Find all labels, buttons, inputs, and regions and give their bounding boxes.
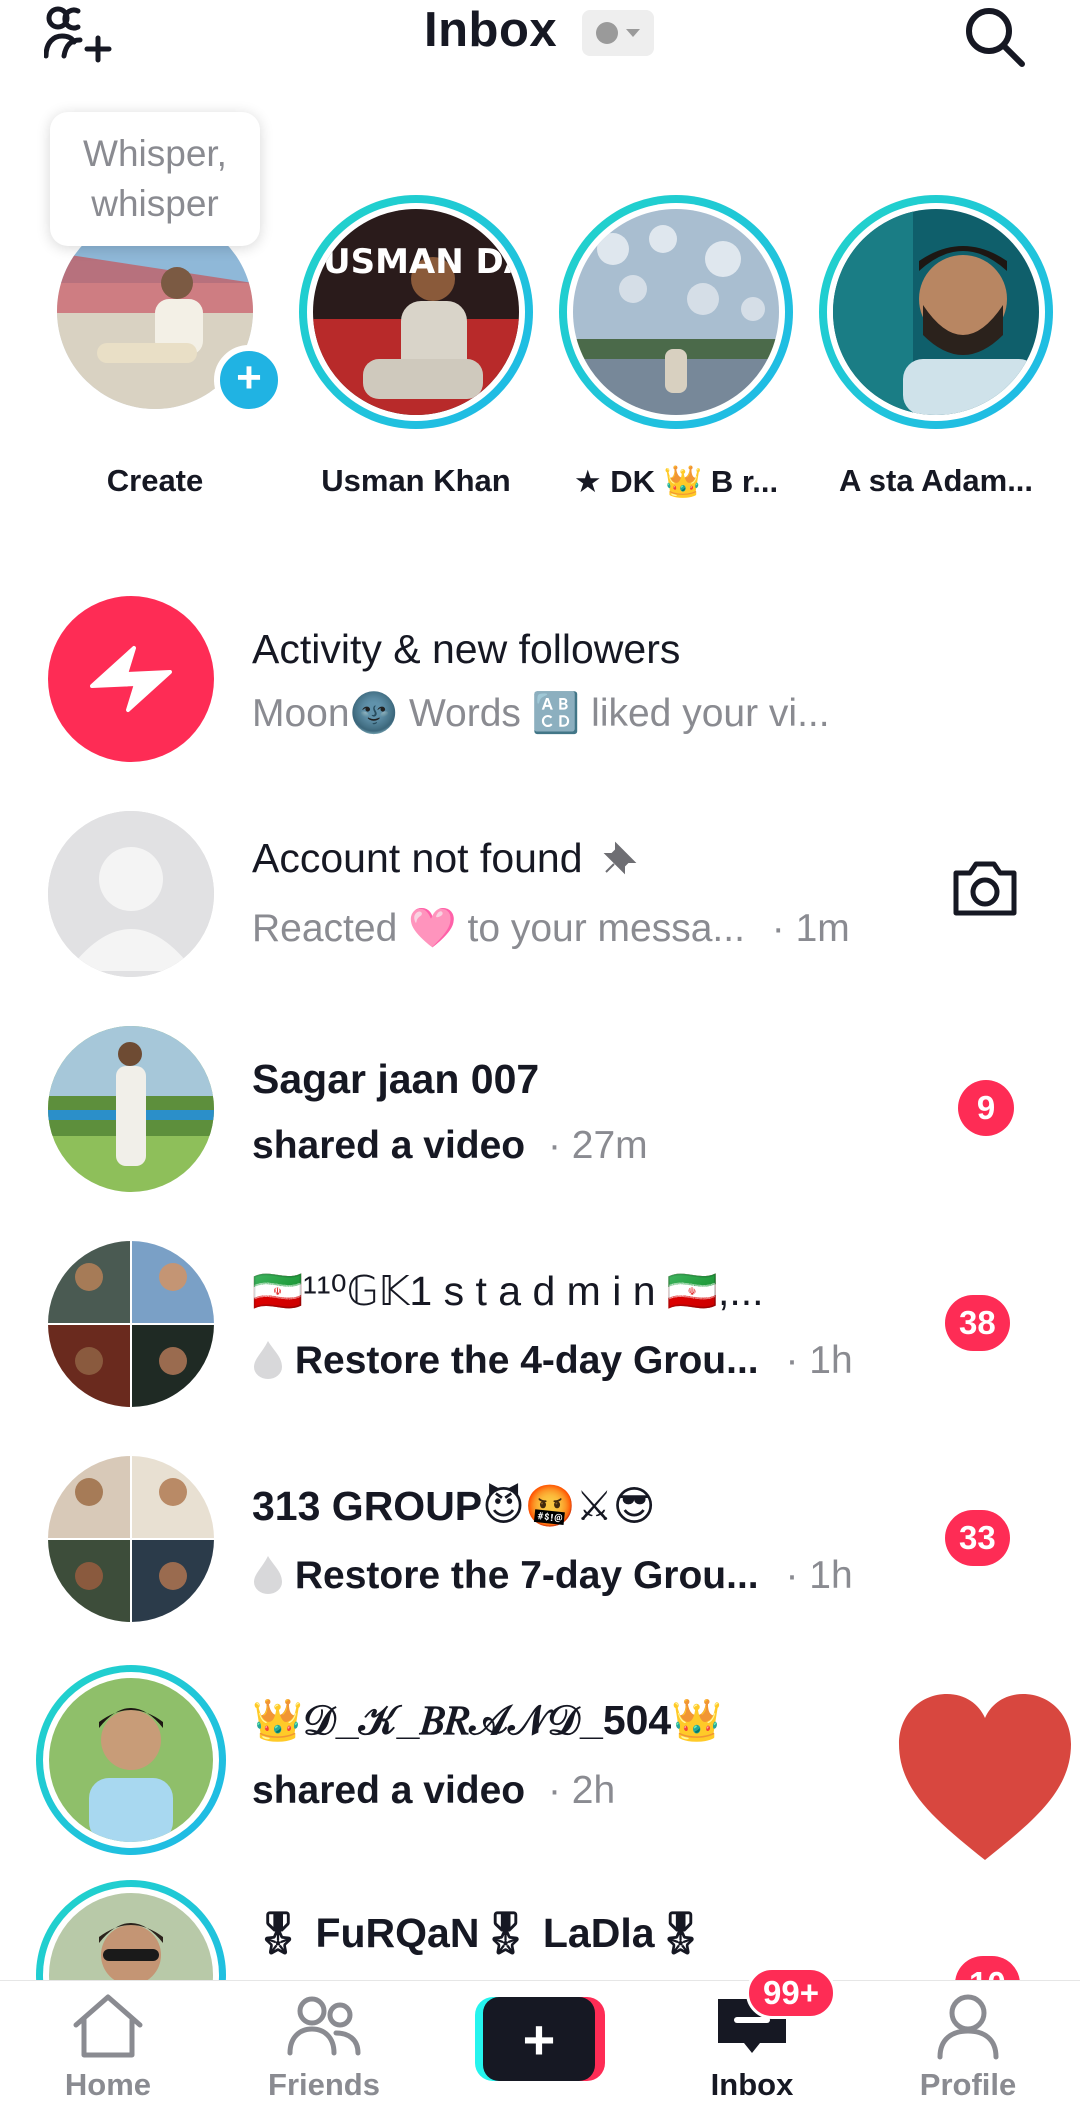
conversation-title: Account not found xyxy=(252,835,583,881)
nav-label: Profile xyxy=(919,2067,1017,2102)
conversation-preview-wrap: Reacted 🩷 to your messa... · 1m xyxy=(252,905,850,951)
group-avatar xyxy=(48,1241,214,1407)
conversation-time: · 2h xyxy=(547,1769,616,1812)
nav-home[interactable]: Home xyxy=(28,1981,188,2120)
story-dk[interactable]: ★ DK 👑 B r... xyxy=(551,195,801,499)
conversation-preview-wrap: shared a video · 27m xyxy=(252,1124,648,1168)
friends-icon xyxy=(284,1991,364,2061)
create-post-button[interactable]: + xyxy=(475,1997,605,2081)
story-label: A sta Adam... xyxy=(838,463,1034,498)
nav-friends[interactable]: Friends xyxy=(244,1981,404,2120)
story-ring: USMAN DANGER 22 xyxy=(299,195,533,429)
story-a-sta-adam[interactable]: A sta Adam... xyxy=(811,195,1061,498)
group-avatar xyxy=(48,1456,214,1622)
story-overlay-text: USMAN DANGER 22 xyxy=(323,242,519,282)
conversation-preview: Restore the 7-day Grou... xyxy=(294,1554,759,1597)
list-item-furqan-ladla[interactable]: 🎖 FuRQaN🎖 LaDla🎖 10 xyxy=(0,1880,1080,1980)
list-item-313-group[interactable]: 313 GROUP😈🤬⚔😎 Restore the 7-day Grou... … xyxy=(0,1450,1080,1630)
profile-icon xyxy=(928,1991,1008,2061)
activity-icon xyxy=(48,596,214,762)
story-ring xyxy=(36,1880,226,1980)
story-ring xyxy=(559,195,793,429)
list-item-sagar-jaan[interactable]: Sagar jaan 007 shared a video · 27m 9 xyxy=(0,1020,1080,1200)
conversation-title: Activity & new followers xyxy=(252,626,681,672)
story-label: Usman Khan xyxy=(321,463,511,498)
chevron-down-icon xyxy=(626,29,640,37)
story-avatar: USMAN DANGER 22 xyxy=(313,209,519,415)
conversation-title: 313 GROUP😈🤬⚔😎 xyxy=(252,1483,656,1529)
conversation-time: · 1m xyxy=(771,907,850,950)
story-avatar xyxy=(833,209,1039,415)
conversation-time: · 1h xyxy=(785,1554,853,1597)
story-ring xyxy=(819,195,1053,429)
story-avatar xyxy=(573,209,779,415)
status-toggle[interactable] xyxy=(582,10,654,56)
unread-count-badge: 38 xyxy=(945,1295,1010,1351)
add-friends-icon[interactable] xyxy=(43,4,124,64)
conversation-title: 🎖 FuRQaN🎖 LaDla🎖 xyxy=(252,1910,707,1956)
conversation-preview: Reacted 🩷 to your messa... xyxy=(252,907,745,950)
inbox-header: Inbox xyxy=(0,0,1080,80)
conversation-title: Sagar jaan 007 xyxy=(252,1056,540,1102)
pin-icon xyxy=(603,841,637,875)
bottom-navigation: Home Friends + Inbox 99+ Profile xyxy=(0,1967,1080,2120)
story-label: ★ DK 👑 B r... xyxy=(573,464,779,499)
conversation-preview-wrap: shared a video · 2h xyxy=(252,1769,615,1813)
nav-label: Home xyxy=(64,2067,152,2102)
streak-flame-icon xyxy=(254,1556,282,1594)
list-item-account-not-found[interactable]: Account not found Reacted 🩷 to your mess… xyxy=(0,805,1080,985)
unread-count-badge: 9 xyxy=(958,1080,1014,1136)
offline-status-dot-icon xyxy=(596,22,618,44)
conversation-preview: shared a video xyxy=(252,1124,526,1167)
nav-label: Inbox xyxy=(710,2067,794,2102)
search-icon[interactable] xyxy=(962,4,1028,70)
conversation-preview: Restore the 4-day Grou... xyxy=(294,1339,759,1382)
conversation-avatar xyxy=(49,1893,213,1980)
list-item-activity[interactable]: Activity & new followers Moon🌚 Words 🔠 l… xyxy=(0,590,1080,770)
unread-count-badge: 33 xyxy=(945,1510,1010,1566)
home-icon xyxy=(68,1991,148,2061)
nav-label: Friends xyxy=(268,2067,380,2102)
conversation-avatar xyxy=(48,1026,214,1192)
story-ring xyxy=(36,1665,226,1855)
conversation-title: 👑𝒟_𝒦_𝐵𝑅𝒜𝒩𝒟_504👑 xyxy=(252,1697,723,1743)
conversation-avatar xyxy=(49,1678,213,1842)
camera-icon[interactable] xyxy=(950,857,1020,919)
unread-count-badge: 10 xyxy=(955,1956,1020,1980)
conversation-title-wrap: Account not found xyxy=(252,835,638,882)
inbox-unread-badge: 99+ xyxy=(746,1967,836,2019)
heart-reaction-icon xyxy=(895,1690,1075,1865)
page-title: Inbox xyxy=(424,3,558,57)
conversation-preview-wrap: Restore the 4-day Grou... · 1h xyxy=(252,1339,853,1383)
conversation-title: 🇮🇷¹¹⁰𝔾𝕂1 s t a d m i n 🇮🇷,... xyxy=(252,1268,764,1314)
story-label: Create xyxy=(106,463,204,498)
story-usman-khan[interactable]: USMAN DANGER 22 Usman Khan xyxy=(291,195,541,498)
conversation-preview: shared a video xyxy=(252,1769,526,1812)
conversation-preview: Moon🌚 Words 🔠 liked your vi... xyxy=(252,692,830,735)
conversation-time: · 27m xyxy=(547,1124,648,1167)
add-story-button[interactable]: + xyxy=(214,345,284,415)
plus-icon: + xyxy=(483,1997,595,2081)
list-item-group-gk1stadmin[interactable]: 🇮🇷¹¹⁰𝔾𝕂1 s t a d m i n 🇮🇷,... Restore th… xyxy=(0,1235,1080,1415)
nav-profile[interactable]: Profile xyxy=(888,1981,1048,2120)
streak-flame-icon xyxy=(254,1341,282,1379)
whisper-tooltip[interactable]: Whisper, whisper xyxy=(50,112,260,246)
default-avatar-icon xyxy=(48,811,214,977)
conversation-preview-wrap: Restore the 7-day Grou... · 1h xyxy=(252,1554,853,1598)
conversation-time: · 1h xyxy=(785,1339,853,1382)
